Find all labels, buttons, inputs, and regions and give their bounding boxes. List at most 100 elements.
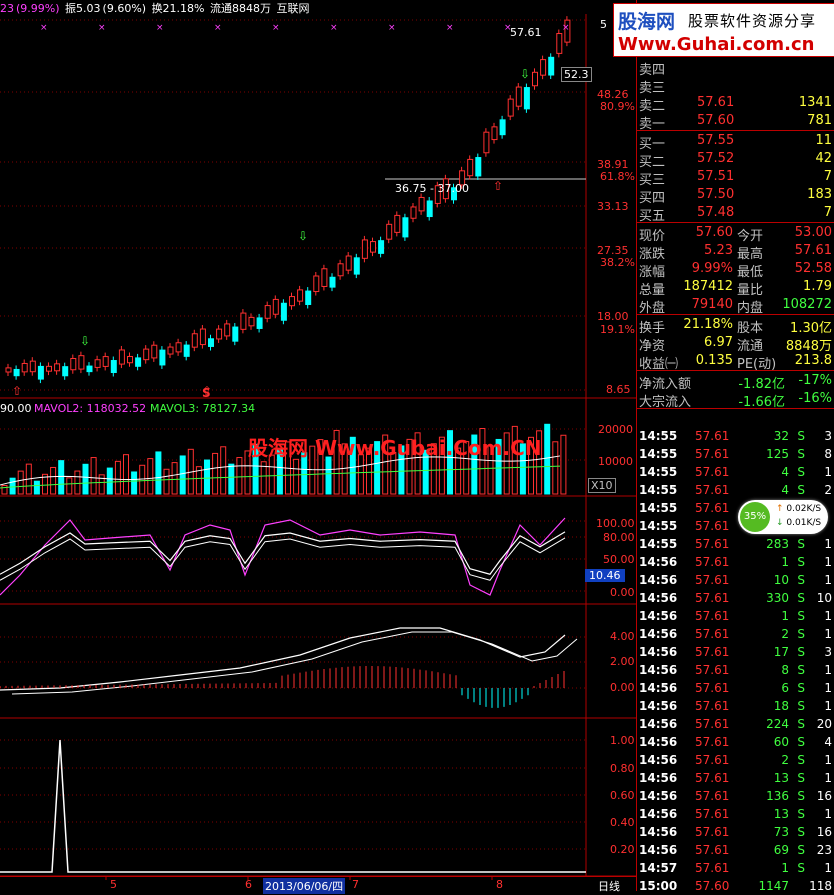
ask-price: 57.61 [697,95,735,110]
tick-time: 14:55 [639,447,678,461]
volume-bar [552,441,559,495]
tick-count: 1 [824,537,832,551]
tick-time: 14:56 [639,573,678,587]
quote-row: 14:56 57.61 60 S 4 [637,733,834,751]
candle [54,363,61,372]
volume-bar [236,457,243,495]
marker-x: × [388,23,396,33]
quote-row: 卖二 57.61 1341 [637,94,834,114]
tick-volume: 1 [781,609,789,623]
tick-time: 14:56 [639,663,678,677]
tick-volume: 17 [773,645,789,659]
quote-row: 14:56 57.61 224 S 20 [637,715,834,733]
tick-count: 1 [824,753,832,767]
volume-bar [293,458,300,495]
tick-count: 1 [824,573,832,587]
candle [378,240,385,254]
tick-price: 57.61 [695,681,730,695]
tick-count: 1 [824,663,832,677]
candle [143,348,150,361]
bid-price: 57.50 [697,187,735,202]
stat-value: 53.00 [794,225,832,240]
tick-time: 14:56 [639,717,678,731]
candle [499,119,506,136]
tick-count: 1 [824,609,832,623]
kdj-y-3: 50.00 [603,553,635,566]
volume-bar [204,459,210,495]
tick-price: 57.61 [695,519,730,533]
tick-side: S [797,735,805,749]
tick-count: 3 [824,645,832,659]
tick-price: 57.61 [695,753,730,767]
tick-side: S [797,825,805,839]
candle [353,257,360,275]
candle [402,217,409,238]
candle [345,255,352,271]
header-pct: (9.99%) [16,2,60,14]
tick-count: 16 [816,825,832,839]
tick-count: 1 [824,681,832,695]
tick-count: 4 [824,735,832,749]
candle [297,289,304,302]
ask-price: 57.60 [697,113,735,128]
tick-price: 57.61 [695,537,730,551]
quote-row: 14:56 57.61 8 S 1 [637,661,834,679]
tick-side: S [797,591,805,605]
down-arrow-icon: ⇩ [520,67,530,81]
tick-time: 14:56 [639,771,678,785]
quote-row: 外盘 79140 内盘 108272 [637,296,834,316]
quote-row: 14:56 57.61 1 S 1 [637,553,834,571]
ask-volume: 781 [807,113,832,128]
price-high-label: 57.61 [510,26,542,39]
tick-side: S [797,483,805,497]
tick-volume: 60 [773,735,789,749]
tick-count: 20 [816,717,832,731]
candle [62,366,69,377]
axis-label-7: 7 [352,878,359,891]
kdj-k-line [0,531,566,575]
network-speed-widget[interactable]: 35% ↑ 0.02K/S ↓ 0.01K/S [738,500,828,534]
tick-side: S [797,645,805,659]
tick-side: S [797,555,805,569]
axis-label-8: 8 [496,878,503,891]
brand-slogan: 股票软件资源分享 [688,12,817,30]
vol-unit: X10 [588,478,616,493]
candle [313,275,320,293]
period-tab[interactable]: 日线 [598,878,620,894]
range-label: 36.75 - 37.00 [395,182,469,195]
candle [248,316,255,327]
stat-value: 6.97 [704,335,733,350]
candle [321,268,328,287]
candle [13,368,20,377]
quote-row: 收益㈠ 0.135 PE(动) 213.8 [637,352,834,372]
tick-time: 14:55 [639,429,678,443]
volume-bar [544,423,551,495]
y-pct-1: 80.9% [600,100,635,113]
tick-count: 1 [824,699,832,713]
quote-row: 14:55 57.61 125 S 8 [637,445,834,463]
candle [175,342,182,353]
candle [410,206,417,219]
tick-time: 14:55 [639,483,678,497]
tick-time: 14:56 [639,681,678,695]
upload-speed: ↑ 0.02K/S [776,504,821,514]
tick-side: S [797,861,805,875]
tick-volume: 2 [781,627,789,641]
volume-bar [1,485,8,495]
tick-count: 1 [824,627,832,641]
volume-bar [228,463,235,495]
tick-volume: 4 [781,483,789,497]
stat-value: 187412 [683,279,733,294]
quote-row: 卖四 [637,58,834,78]
divider [637,408,834,409]
candle [208,338,214,347]
tick-time: 14:55 [639,501,678,515]
tick-side: S [797,789,805,803]
quote-row: 卖三 [637,76,834,96]
tick-time: 14:57 [639,861,678,875]
volume-bar [179,455,186,495]
quote-row: 14:56 57.61 2 S 1 [637,751,834,769]
tick-count: 10 [816,591,832,605]
quote-row: 买五 57.48 7 [637,204,834,224]
bottom-axis: 5 6 2013/06/06/四 7 8 日线 [0,876,636,894]
